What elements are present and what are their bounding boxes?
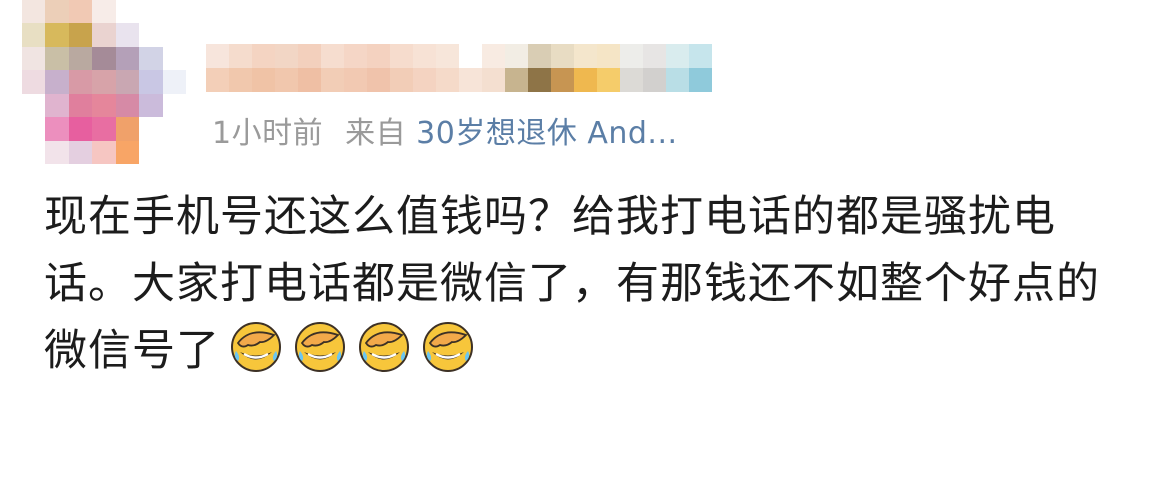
timestamp: 1小时前: [212, 116, 324, 151]
facepalm-laugh-emoji: [422, 321, 474, 373]
source-prefix: 来自: [345, 116, 407, 151]
facepalm-laugh-emoji: [358, 321, 410, 373]
facepalm-laugh-emoji: [294, 321, 346, 373]
comment-text: 现在手机号还这么值钱吗？给我打电话的都是骚扰电话。大家打电话都是微信了，有那钱还…: [44, 192, 1100, 376]
comment-meta: 1小时前 来自 30岁想退休 And...: [212, 112, 678, 156]
facepalm-laugh-emoji: [230, 321, 282, 373]
comment-content: 现在手机号还这么值钱吗？给我打电话的都是骚扰电话。大家打电话都是微信了，有那钱还…: [44, 184, 1134, 393]
avatar[interactable]: [22, 0, 186, 164]
source-device-link[interactable]: 30岁想退休 And...: [416, 116, 677, 151]
username-blurred[interactable]: [206, 44, 760, 92]
emoji-row: [220, 321, 474, 393]
